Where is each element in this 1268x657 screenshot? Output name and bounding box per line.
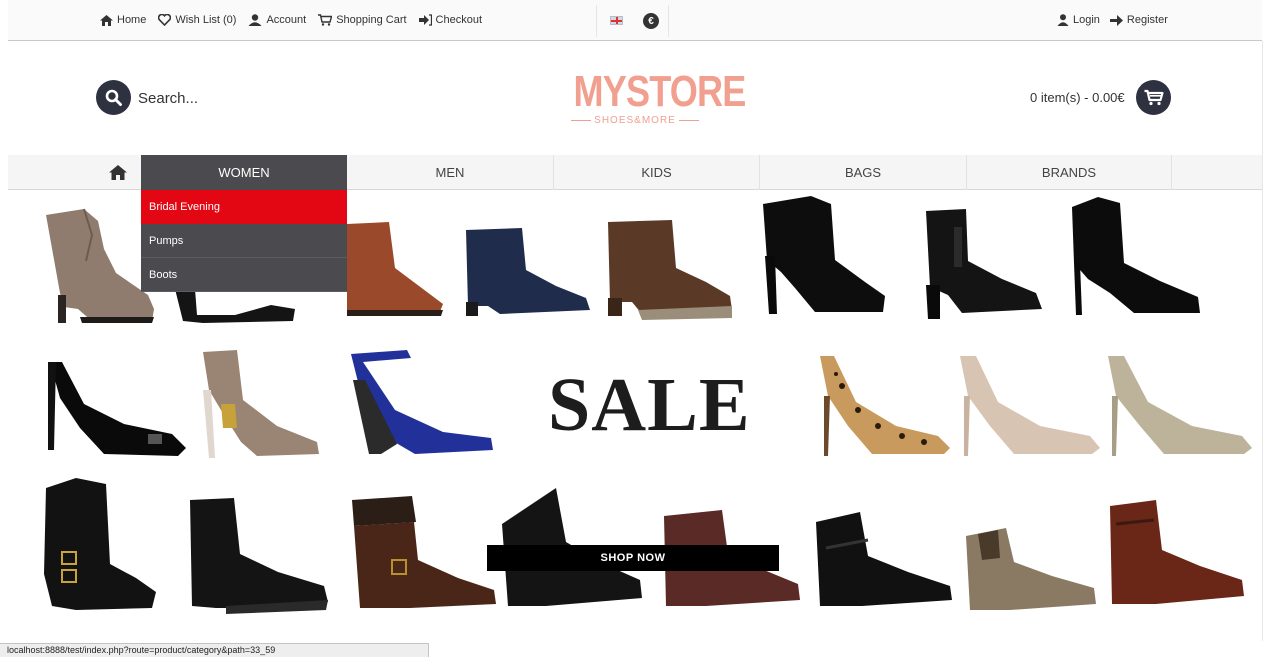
user-icon: [1057, 14, 1069, 26]
shoe-image-navy-bootie[interactable]: [460, 226, 595, 321]
divider: [668, 5, 669, 37]
auth-links: Login Register: [1057, 14, 1168, 26]
top-link-checkout[interactable]: Checkout: [418, 14, 483, 26]
shoe-image-glitter-pump[interactable]: [1100, 356, 1255, 461]
top-link-checkout-label: Checkout: [435, 14, 483, 26]
shoe-image-black-buckle-boot[interactable]: [36, 474, 156, 614]
top-link-home[interactable]: Home: [100, 14, 146, 26]
logo-tagline: SHOES&MORE: [560, 115, 710, 126]
menu-item-men[interactable]: MEN: [347, 155, 554, 190]
shoe-image-brown-suede-bootie[interactable]: [602, 218, 737, 323]
women-dropdown: Bridal Evening Pumps Boots: [141, 190, 347, 292]
top-link-account[interactable]: Account: [248, 14, 306, 26]
cart-summary[interactable]: 0 item(s) - 0.00€: [1030, 90, 1125, 105]
top-link-wishlist-label: Wish List (0): [175, 14, 237, 26]
shoe-image-cognac-bootie[interactable]: [347, 220, 447, 320]
search-icon: [105, 89, 122, 106]
shoe-image-blue-wedge[interactable]: [345, 350, 495, 460]
menu-item-brands[interactable]: BRANDS: [967, 155, 1172, 190]
menu-item-bags[interactable]: BAGS: [760, 155, 967, 190]
shoe-image-black-ankle-boot[interactable]: [186, 498, 331, 616]
divider: [1262, 41, 1263, 641]
shoe-image-leopard-pump[interactable]: [812, 356, 952, 461]
home-icon: [100, 14, 113, 26]
top-link-cart-label: Shopping Cart: [336, 14, 407, 26]
heart-icon: [158, 14, 172, 26]
shoe-image-nude-pump[interactable]: [952, 356, 1102, 461]
checkout-icon: [418, 14, 432, 26]
menu-item-kids[interactable]: KIDS: [554, 155, 760, 190]
uk-flag-icon[interactable]: [610, 16, 623, 25]
cart-button[interactable]: [1136, 80, 1171, 115]
search-button[interactable]: [96, 80, 131, 115]
menu-home-button[interactable]: [95, 155, 141, 190]
cart-icon: [1144, 89, 1164, 106]
shoe-image-black-patent-pump[interactable]: [44, 358, 189, 458]
top-link-account-label: Account: [266, 14, 307, 26]
shoe-image-black-chelsea-heel[interactable]: [1064, 197, 1204, 322]
store-logo[interactable]: MYSTORE SHOES&MORE: [560, 67, 747, 126]
login-label: Login: [1073, 14, 1100, 26]
shop-now-button[interactable]: SHOP NOW: [487, 545, 779, 571]
sale-banner-text: SALE: [548, 363, 751, 447]
logo-tagline-text: SHOES&MORE: [594, 115, 676, 126]
login-link[interactable]: Login: [1057, 14, 1100, 26]
cart-icon: [318, 14, 333, 26]
arrow-right-icon: [1109, 14, 1123, 26]
search-input[interactable]: [138, 86, 358, 110]
shoe-image-black-strap-bootie[interactable]: [812, 512, 957, 612]
home-icon: [109, 165, 127, 180]
shoe-image-black-buckle-bootie[interactable]: [918, 207, 1048, 322]
divider: [596, 5, 597, 37]
shoe-image-fur-cuff-boot[interactable]: [350, 496, 500, 614]
dropdown-item-boots[interactable]: Boots: [141, 258, 347, 292]
shoe-image-black-heeled-bootie[interactable]: [755, 196, 890, 321]
shoe-image-taupe-cutout-heel[interactable]: [193, 350, 323, 460]
top-link-home-label: Home: [117, 14, 147, 26]
top-link-wishlist[interactable]: Wish List (0): [158, 14, 236, 26]
top-nav: Home Wish List (0) Account Shopping Cart…: [100, 14, 482, 26]
logo-text: MYSTORE: [573, 67, 747, 116]
shoe-image-oxblood-chelsea-boot[interactable]: [1104, 500, 1249, 612]
menu-item-women[interactable]: WOMEN: [141, 155, 347, 190]
euro-currency-button[interactable]: €: [643, 13, 659, 29]
top-link-cart[interactable]: Shopping Cart: [318, 14, 407, 26]
register-label: Register: [1126, 14, 1168, 26]
shoe-image-taupe-chelsea-boot[interactable]: [962, 528, 1102, 616]
user-icon: [248, 14, 262, 26]
dropdown-item-pumps[interactable]: Pumps: [141, 224, 347, 258]
browser-status-bar: localhost:8888/test/index.php?route=prod…: [0, 643, 429, 657]
register-link[interactable]: Register: [1109, 14, 1168, 26]
dropdown-item-bridal-evening[interactable]: Bridal Evening: [141, 190, 347, 224]
